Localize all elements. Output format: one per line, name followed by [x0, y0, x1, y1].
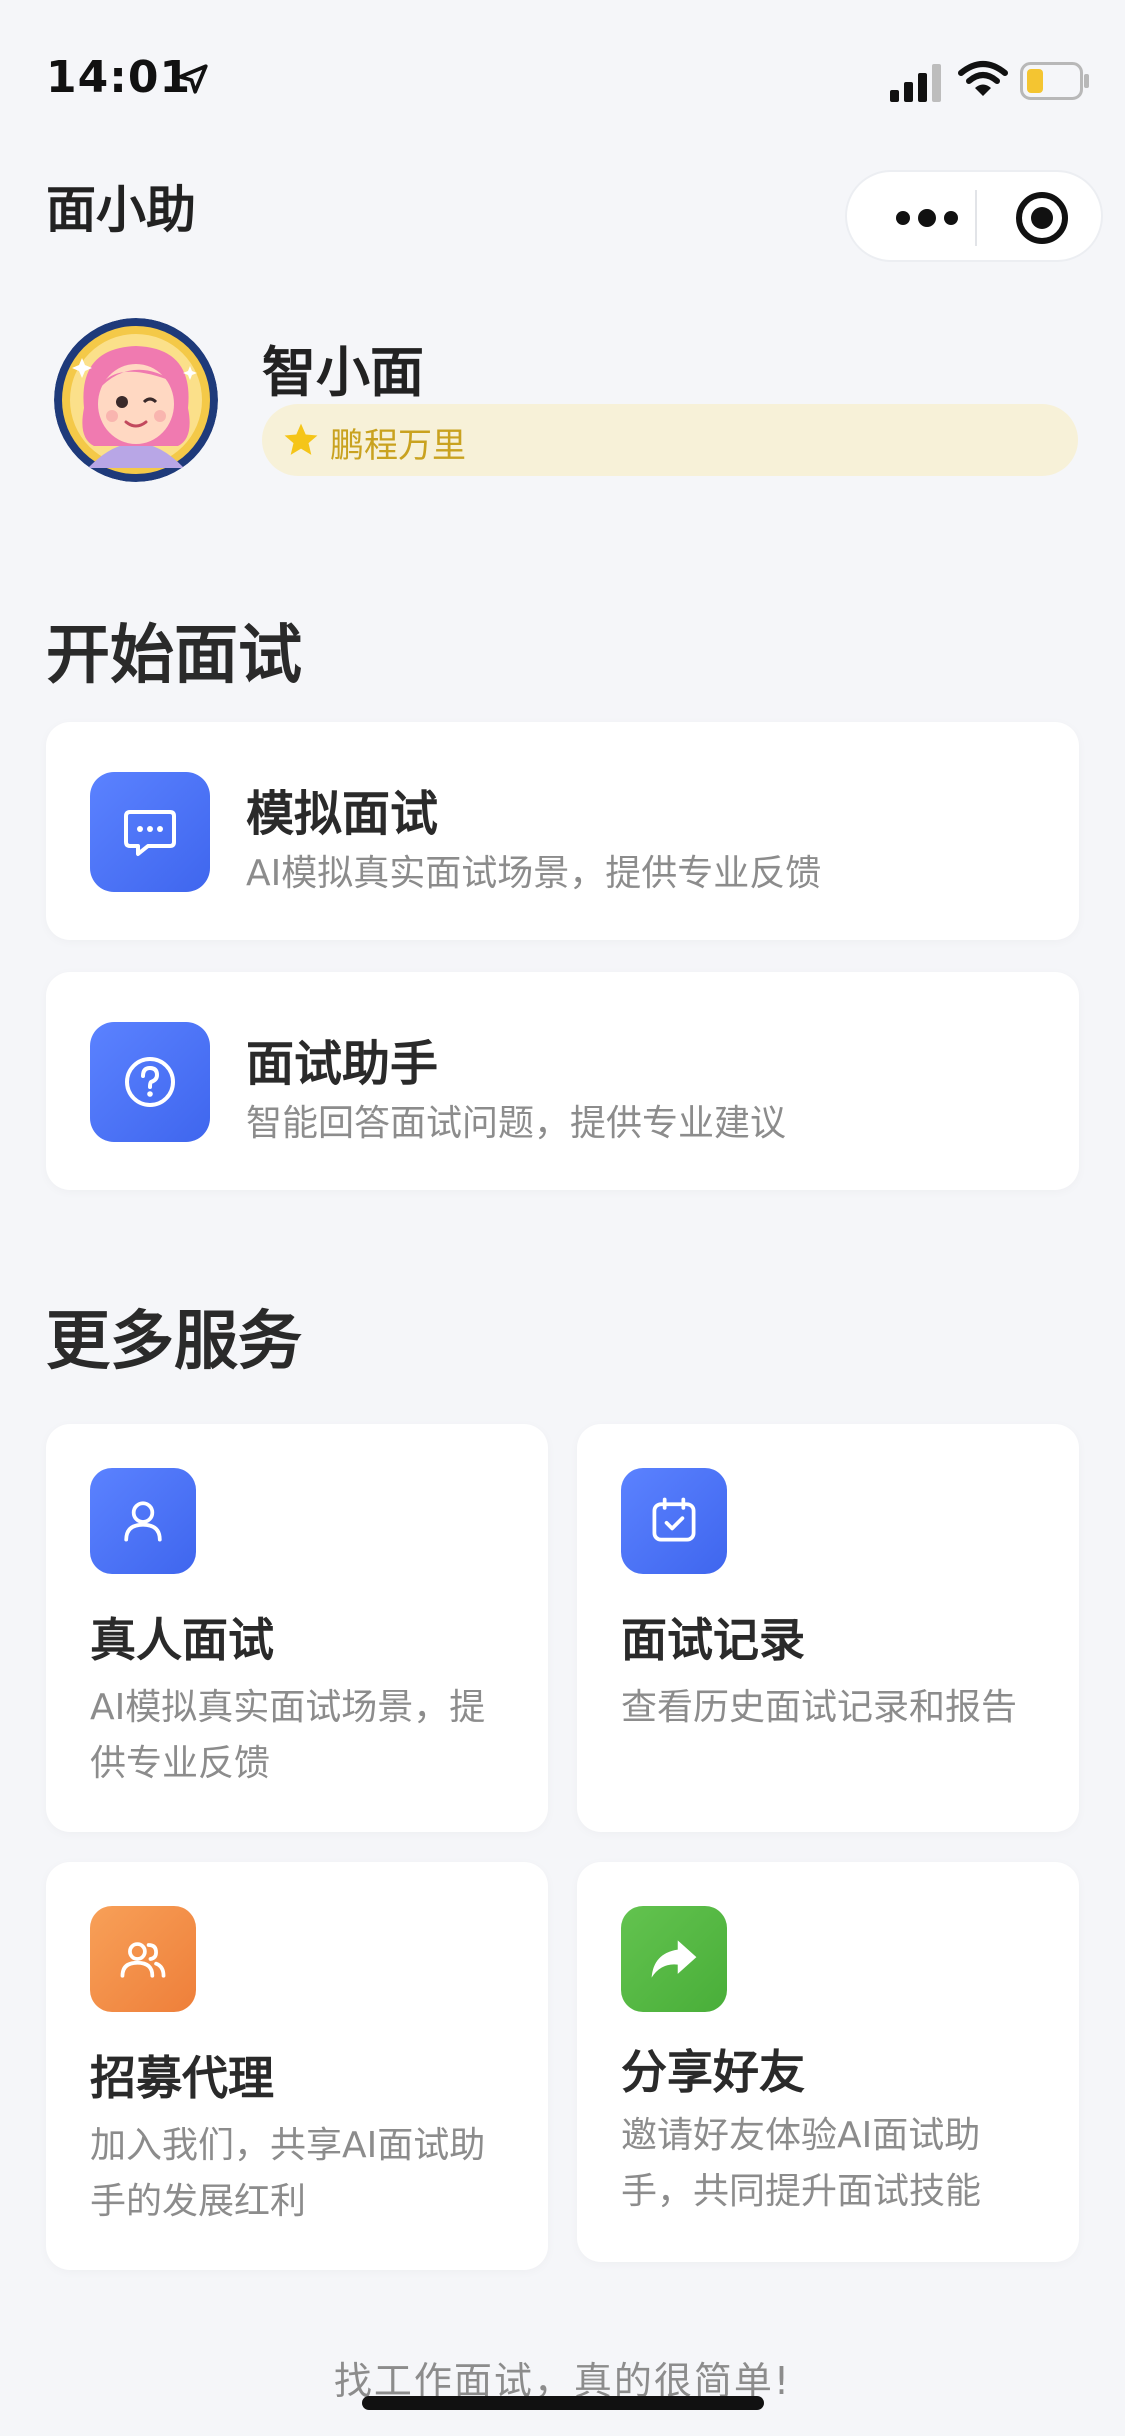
location-arrow-icon: [178, 64, 208, 94]
level-badge: 鹏程万里: [262, 404, 1078, 476]
battery-icon: [1020, 62, 1089, 100]
card-recruit-agent[interactable]: 招募代理 加入我们，共享AI面试助手的发展红利: [46, 1862, 548, 2270]
card-title: 面试记录: [621, 1613, 805, 1667]
avatar[interactable]: [54, 318, 218, 482]
section-title-more: 更多服务: [46, 1305, 302, 1379]
card-interview-assistant[interactable]: 面试助手 智能回答面试问题，提供专业建议: [46, 972, 1079, 1190]
card-icon-tile: [90, 1468, 196, 1574]
person-icon: [124, 1501, 162, 1542]
more-options-icon[interactable]: [887, 198, 967, 238]
user-name: 智小面: [262, 341, 424, 404]
mini-program-capsule: [845, 170, 1103, 262]
star-icon: [284, 423, 318, 455]
card-title: 模拟面试: [246, 786, 439, 842]
question-circle-icon: [125, 1057, 175, 1107]
page-title: 面小助: [46, 181, 196, 239]
status-time: 14:01: [46, 52, 192, 103]
share-arrow-icon: [651, 1940, 697, 1978]
card-icon-tile: [90, 1906, 196, 2012]
card-title: 招募代理: [90, 2051, 274, 2105]
card-description: 智能回答面试问题，提供专业建议: [246, 1103, 787, 1144]
card-share-friends[interactable]: 分享好友 邀请好友体验AI面试助手，共同提升面试技能: [577, 1862, 1079, 2262]
avatar-illustration: [54, 318, 218, 482]
card-interview-records[interactable]: 面试记录 查看历史面试记录和报告: [577, 1424, 1079, 1832]
close-target-icon[interactable]: [1012, 188, 1072, 248]
page: 14:01 面小助 智小面 鹏程万里 开始面试 模拟面试 AI模拟真实面试场景，…: [0, 0, 1125, 2436]
cellular-signal-icon: [890, 64, 941, 102]
card-icon-tile: [621, 1906, 727, 2012]
card-description: AI模拟真实面试场景，提供专业反馈: [246, 853, 822, 894]
capsule-divider: [975, 190, 977, 246]
people-icon: [120, 1942, 166, 1978]
chat-bubble-icon: [124, 810, 176, 856]
card-icon-tile: [90, 1022, 210, 1142]
card-description: AI模拟真实面试场景，提供专业反馈: [90, 1687, 486, 1784]
wifi-icon: [958, 61, 1008, 96]
card-description: 加入我们，共享AI面试助手的发展红利: [90, 2125, 486, 2222]
level-label: 鹏程万里: [330, 426, 466, 466]
card-description: 查看历史面试记录和报告: [621, 1687, 1018, 1728]
card-title: 面试助手: [246, 1036, 439, 1092]
card-live-interview[interactable]: 真人面试 AI模拟真实面试场景，提供专业反馈: [46, 1424, 548, 1832]
card-icon-tile: [621, 1468, 727, 1574]
home-indicator[interactable]: [362, 2396, 764, 2410]
status-bar: 14:01: [0, 0, 1125, 140]
calendar-check-icon: [652, 1497, 696, 1542]
card-title: 真人面试: [90, 1613, 274, 1667]
card-mock-interview[interactable]: 模拟面试 AI模拟真实面试场景，提供专业反馈: [46, 722, 1079, 940]
section-title-start: 开始面试: [46, 619, 302, 693]
card-title: 分享好友: [621, 2045, 805, 2099]
card-icon-tile: [90, 772, 210, 892]
card-description: 邀请好友体验AI面试助手，共同提升面试技能: [621, 2115, 982, 2212]
